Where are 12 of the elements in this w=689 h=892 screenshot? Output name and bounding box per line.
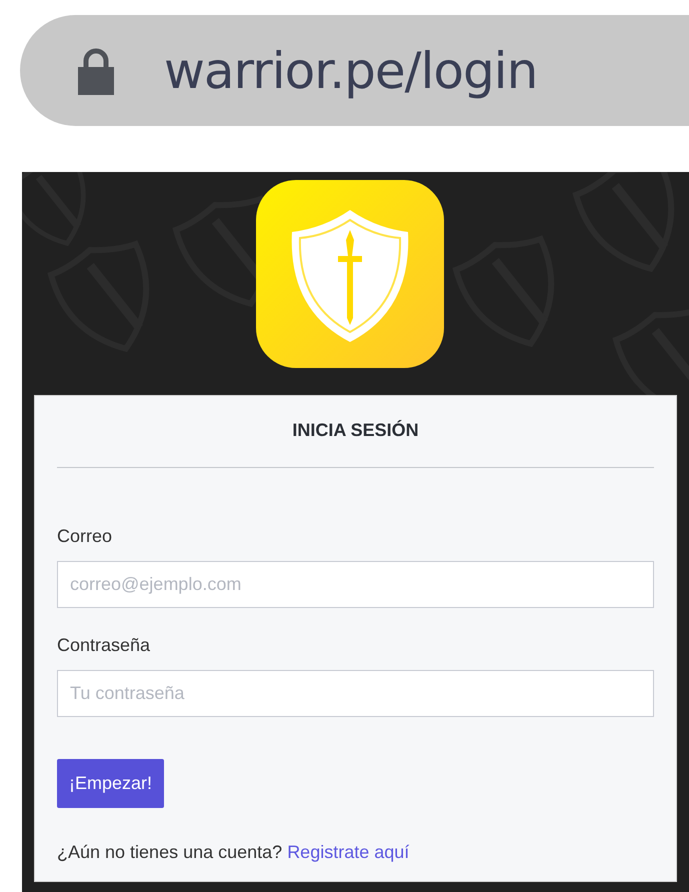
field-label: Correo [57,526,114,547]
start-button[interactable]: ¡Empezar! [57,759,164,808]
login-title: INICIA SESIÓN [291,420,420,442]
register-link[interactable]: Registrate aquí [287,842,410,862]
url-text: warrior.pe/login [164,42,538,100]
input-field[interactable]: correo@ejemplo.com [57,561,654,608]
field-label: Contraseña [57,635,152,656]
address-bar[interactable]: warrior.pe/login [20,15,689,126]
lock-icon [78,46,114,94]
input-field[interactable]: Tu contraseña [57,670,654,717]
signup-prompt: ¿Aún no tienes una cuenta? Registrate aquí [57,842,410,863]
shield-logo-icon [256,180,444,368]
